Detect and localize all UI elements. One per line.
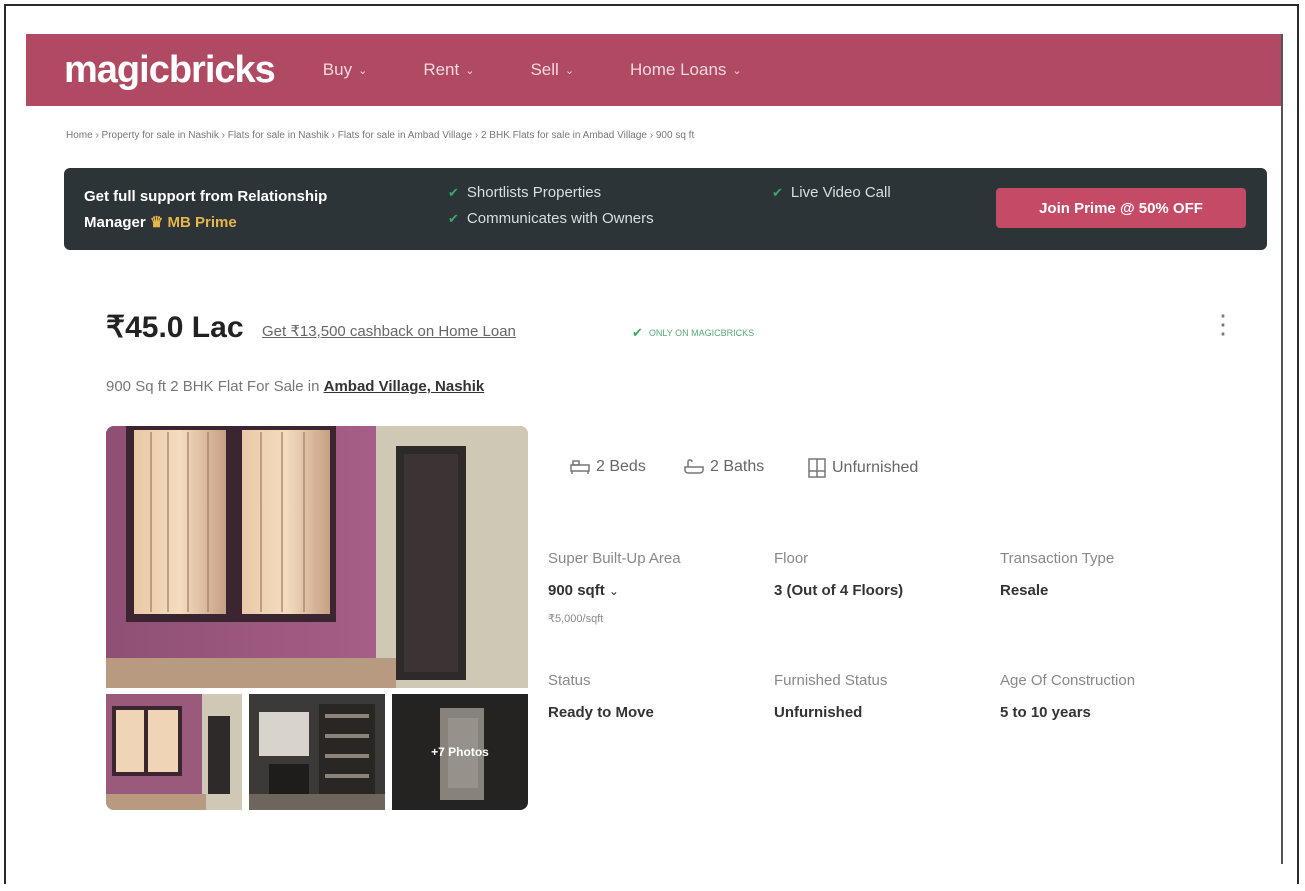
furnished-value: Unfurnished: [774, 704, 863, 721]
thumbnail-room-1: [106, 694, 242, 810]
logo[interactable]: magicbricks: [64, 49, 276, 92]
check-icon: ✔: [448, 184, 459, 200]
nav-rent[interactable]: Rent ⌄: [423, 60, 474, 80]
price: ₹45.0 Lac: [106, 311, 244, 344]
wardrobe-icon: [808, 458, 826, 478]
chevron-down-icon: ⌄: [608, 584, 619, 598]
bed-icon: [570, 460, 590, 474]
beds-label: 2 Beds: [596, 458, 646, 475]
chevron-down-icon: ⌄: [358, 64, 368, 77]
baths-info: 2 Baths: [684, 458, 764, 476]
nav-buy-label: Buy: [322, 60, 353, 79]
room-photo: [106, 426, 528, 688]
feature-label: Live Video Call: [790, 184, 891, 201]
beds-info: 2 Beds: [570, 458, 646, 476]
feature-label: Shortlists Properties: [466, 184, 602, 201]
photo-thumbnail[interactable]: [106, 694, 242, 810]
floor-label: Floor: [774, 550, 809, 567]
listing-subtitle: 900 Sq ft 2 BHK Flat For Sale in Ambad V…: [106, 378, 484, 395]
prime-title-line1: Get full support from Relationship: [84, 188, 328, 205]
furnishing-info: Unfurnished: [808, 458, 918, 478]
photo-thumbnail-more[interactable]: +7 Photos: [392, 694, 528, 810]
feature-shortlists: ✔ Shortlists Properties: [448, 184, 601, 201]
cashback-link[interactable]: Get ₹13,500 cashback on Home Loan: [262, 322, 516, 340]
nav-buy[interactable]: Buy ⌄: [323, 60, 368, 80]
prime-title-prefix: Manager: [84, 214, 146, 231]
nav-rent-label: Rent: [423, 60, 460, 79]
area-label: Super Built-Up Area: [548, 550, 681, 567]
nav-home-loans[interactable]: Home Loans ⌄: [630, 60, 742, 80]
nav-sell-label: Sell: [530, 60, 559, 79]
nav-home-loans-label: Home Loans: [630, 60, 727, 79]
only-on-badge: ✔ ONLY ON MAGICBRICKS: [632, 325, 754, 341]
check-icon: ✔: [448, 210, 459, 226]
transaction-value: Resale: [1000, 582, 1049, 599]
screenshot-frame: magicbricks Buy ⌄ Rent ⌄ Sell ⌄ Home Loa…: [4, 4, 1299, 884]
more-options-icon[interactable]: ⋮: [1210, 311, 1236, 337]
check-icon: ✔: [772, 184, 783, 200]
area-value[interactable]: 900 sqft ⌄: [548, 582, 619, 599]
feature-video-call: ✔ Live Video Call: [772, 184, 891, 201]
feature-communicates: ✔ Communicates with Owners: [448, 210, 654, 227]
thumbnail-room-2: [249, 694, 385, 810]
prime-title: Get full support from Relationship Manag…: [84, 184, 327, 236]
area-value-text: 900 sqft: [548, 582, 605, 599]
photo-thumbnail[interactable]: [249, 694, 385, 810]
bath-icon: [684, 459, 704, 474]
nav-sell[interactable]: Sell ⌄: [530, 60, 574, 80]
prime-badge: MB Prime: [167, 214, 237, 231]
floor-value: 3 (Out of 4 Floors): [774, 582, 904, 599]
transaction-label: Transaction Type: [1000, 550, 1115, 567]
crown-icon: ♛: [149, 214, 164, 231]
only-on-label: ONLY ON MAGICBRICKS: [648, 328, 755, 338]
chevron-down-icon: ⌄: [564, 64, 575, 77]
breadcrumb[interactable]: Home › Property for sale in Nashik › Fla…: [66, 130, 694, 141]
baths-label: 2 Baths: [710, 458, 765, 475]
prime-banner: Get full support from Relationship Manag…: [64, 168, 1267, 250]
status-label: Status: [548, 672, 591, 689]
status-value: Ready to Move: [548, 704, 654, 721]
check-icon: ✔: [632, 325, 643, 340]
page: magicbricks Buy ⌄ Rent ⌄ Sell ⌄ Home Loa…: [26, 34, 1283, 864]
top-header: magicbricks Buy ⌄ Rent ⌄ Sell ⌄ Home Loa…: [26, 34, 1281, 106]
age-value: 5 to 10 years: [1000, 704, 1091, 721]
prime-title-line2: Manager ♛ MB Prime: [84, 210, 327, 236]
feature-label: Communicates with Owners: [466, 210, 654, 227]
more-photos-label: +7 Photos: [392, 694, 528, 810]
subtitle-prefix: 900 Sq ft 2 BHK Flat For Sale in: [106, 378, 320, 395]
age-label: Age Of Construction: [1000, 672, 1136, 689]
chevron-down-icon: ⌄: [732, 64, 742, 77]
area-rate: ₹5,000/sqft: [548, 613, 604, 625]
furnished-label: Furnished Status: [774, 672, 888, 689]
furnishing-label: Unfurnished: [832, 459, 919, 476]
chevron-down-icon: ⌄: [465, 64, 475, 77]
main-photo[interactable]: [106, 426, 528, 688]
location-link[interactable]: Ambad Village, Nashik: [324, 378, 485, 395]
join-prime-button[interactable]: Join Prime @ 50% OFF: [996, 188, 1246, 228]
